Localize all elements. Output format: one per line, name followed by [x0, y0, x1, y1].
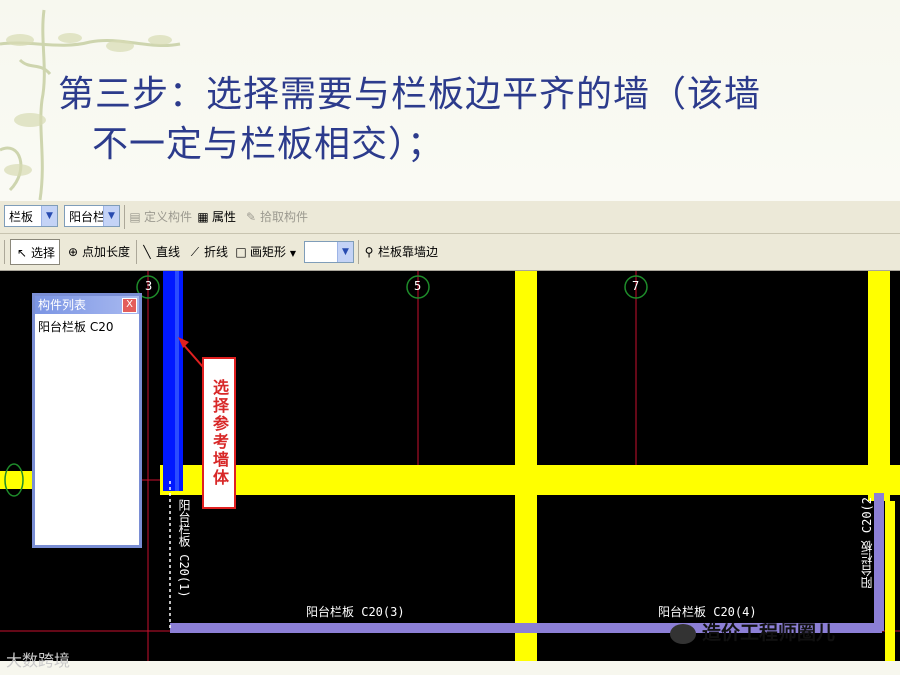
rectangle-mode-select[interactable]: ▼ — [304, 241, 354, 263]
toolbar-divider — [124, 205, 125, 229]
heading-line-2: 不一定与栏板相交）； — [92, 124, 445, 165]
watermark-text: 造价工程师圈儿 — [702, 622, 836, 644]
close-icon[interactable]: X — [122, 298, 137, 313]
cad-application: 栏板 ▼ 阳台栏 ▼ ▤ 定义构件 ▦ 属性 ✎ 拾取构件 ↖ 选择 ⊕ 点加长度 ╲ 直线 — [0, 201, 900, 661]
point-length-button[interactable]: ⊕ 点加长度 — [66, 241, 130, 263]
cursor-arrow-icon: ↖ — [16, 246, 28, 260]
toolbar-divider — [136, 240, 137, 264]
point-length-label: 点加长度 — [82, 245, 131, 259]
balcony-railing-right[interactable] — [874, 493, 884, 631]
select-tool-button[interactable]: ↖ 选择 — [10, 239, 61, 265]
properties-label: 属性 — [212, 210, 237, 224]
line-label: 直线 — [156, 245, 181, 259]
define-component-button[interactable]: ▤ 定义构件 — [128, 206, 192, 228]
wechat-icon — [670, 623, 696, 644]
rectangle-label: 画矩形 — [250, 245, 287, 259]
selected-wall[interactable] — [163, 271, 183, 491]
railing-label-1: 阳台栏板 C20(1) — [177, 499, 191, 598]
selected-wall-centerline — [175, 271, 179, 491]
vertical-wall[interactable] — [515, 271, 537, 661]
define-label: 定义构件 — [144, 210, 193, 224]
vertical-wall[interactable] — [868, 271, 890, 501]
polyline-label: 折线 — [204, 245, 229, 259]
wechat-watermark: 造价工程师圈儿 — [670, 618, 835, 645]
define-icon: ▤ — [129, 210, 141, 224]
type-select-value: 栏板 — [9, 210, 34, 224]
select-label: 选择 — [31, 246, 56, 260]
panel-title-bar: 构件列表 X — [35, 296, 139, 314]
heading-line-1: 第三步：选择需要与栏板边平齐的墙（该墙 — [58, 74, 762, 115]
component-select[interactable]: 阳台栏 ▼ — [64, 205, 120, 227]
axis-label-7: 7 — [632, 279, 640, 293]
toolbar-grip — [4, 240, 5, 264]
axis-label-3: 3 — [145, 279, 153, 293]
slide-heading: 第三步：选择需要与栏板边平齐的墙（该墙 不一定与栏板相交）； — [58, 70, 878, 170]
properties-button[interactable]: ▦ 属性 — [196, 206, 236, 228]
vertical-wall[interactable] — [885, 501, 895, 661]
align-wall-label: 栏板靠墙边 — [378, 245, 439, 259]
railing-label-2: 阳台栏板 C20(2 — [860, 497, 874, 589]
axis-label-5: 5 — [414, 279, 422, 293]
rectangle-tool-button[interactable]: □ 画矩形 ▼ — [234, 241, 296, 263]
align-wall-icon: ⚲ — [364, 245, 374, 259]
rectangle-icon: □ — [235, 245, 247, 259]
chevron-down-icon: ▼ — [103, 206, 119, 226]
chevron-down-icon: ▼ — [41, 206, 57, 226]
line-tool-button[interactable]: ╲ 直线 — [140, 241, 180, 263]
toolbar-divider — [358, 240, 359, 264]
drawing-canvas[interactable]: 3 5 7 构件列表 X 阳台栏板 C20 选择参考墙体 阳台栏板 C20(1)… — [0, 271, 900, 661]
polyline-icon: ⟋ — [190, 245, 200, 259]
align-to-wall-button[interactable]: ⚲ 栏板靠墙边 — [362, 241, 438, 263]
properties-icon: ▦ — [197, 210, 209, 224]
railing-label-3: 阳台栏板 C20(3) — [306, 605, 405, 619]
pick-icon: ✎ — [245, 210, 257, 224]
toolbar-top: 栏板 ▼ 阳台栏 ▼ ▤ 定义构件 ▦ 属性 ✎ 拾取构件 — [0, 201, 900, 234]
callout-arrow — [181, 342, 204, 368]
point-length-icon: ⊕ — [67, 245, 79, 259]
polyline-tool-button[interactable]: ⟋ 折线 — [188, 241, 228, 263]
panel-title: 构件列表 — [38, 298, 87, 312]
source-watermark: 大数跨境 — [6, 651, 71, 670]
chevron-down-icon: ▼ — [337, 242, 353, 262]
pick-label: 拾取构件 — [260, 210, 309, 224]
component-list-item[interactable]: 阳台栏板 C20 — [35, 314, 139, 339]
dropdown-arrow-icon: ▼ — [289, 249, 296, 258]
line-icon: ╲ — [143, 245, 151, 259]
component-select-value: 阳台栏 — [69, 210, 106, 224]
callout-box: 选择参考墙体 — [202, 357, 236, 509]
component-list-panel: 构件列表 X 阳台栏板 C20 — [32, 293, 142, 548]
toolbar-draw: ↖ 选择 ⊕ 点加长度 ╲ 直线 ⟋ 折线 □ 画矩形 ▼ ▼ ⚲ 栏板靠墙边 — [0, 234, 900, 271]
type-select[interactable]: 栏板 ▼ — [4, 205, 58, 227]
pick-component-button[interactable]: ✎ 拾取构件 — [244, 206, 308, 228]
